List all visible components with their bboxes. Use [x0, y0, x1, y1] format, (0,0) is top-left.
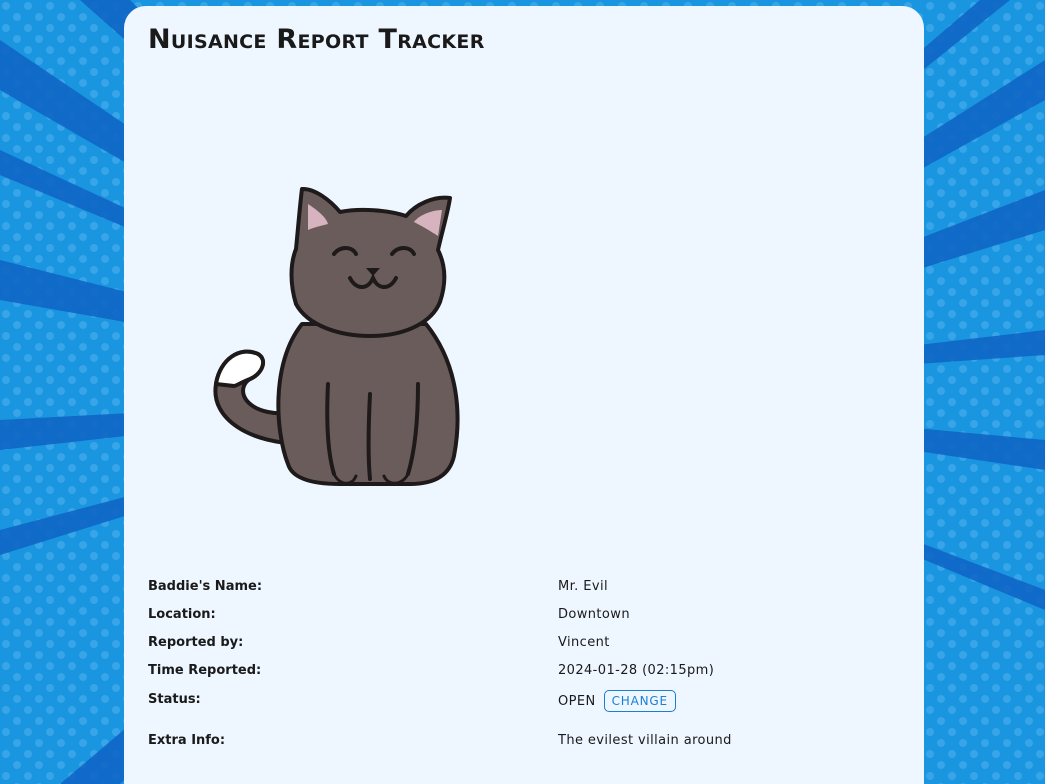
- status-value-group: OPEN CHANGE: [558, 690, 676, 712]
- name-value: Mr. Evil: [558, 579, 608, 594]
- page-title: Nuisance Report Tracker: [148, 24, 485, 55]
- report-details: Baddie's Name: Mr. Evil Location: Downto…: [148, 576, 748, 758]
- location-label: Location:: [148, 607, 216, 622]
- reported-by-value: Vincent: [558, 635, 610, 650]
- extra-info-value: The evilest villain around: [558, 733, 732, 748]
- time-value: 2024-01-28 (02:15pm): [558, 663, 715, 678]
- status-label: Status:: [148, 692, 201, 707]
- detail-row-status: Status: OPEN CHANGE: [148, 688, 748, 730]
- detail-row-location: Location: Downtown: [148, 604, 748, 632]
- detail-row-name: Baddie's Name: Mr. Evil: [148, 576, 748, 604]
- detail-row-time: Time Reported: 2024-01-28 (02:15pm): [148, 660, 748, 688]
- extra-info-label: Extra Info:: [148, 733, 226, 748]
- detail-row-extra: Extra Info: The evilest villain around: [148, 730, 748, 758]
- status-value: OPEN: [558, 693, 596, 709]
- location-value: Downtown: [558, 607, 630, 622]
- reported-by-label: Reported by:: [148, 635, 244, 650]
- cat-illustration: [213, 186, 460, 486]
- report-card: Nuisance Report Tracker Baddie's Name: M…: [124, 6, 924, 784]
- name-label: Baddie's Name:: [148, 579, 263, 594]
- time-label: Time Reported:: [148, 663, 262, 678]
- detail-row-reported-by: Reported by: Vincent: [148, 632, 748, 660]
- change-status-button[interactable]: CHANGE: [603, 690, 676, 712]
